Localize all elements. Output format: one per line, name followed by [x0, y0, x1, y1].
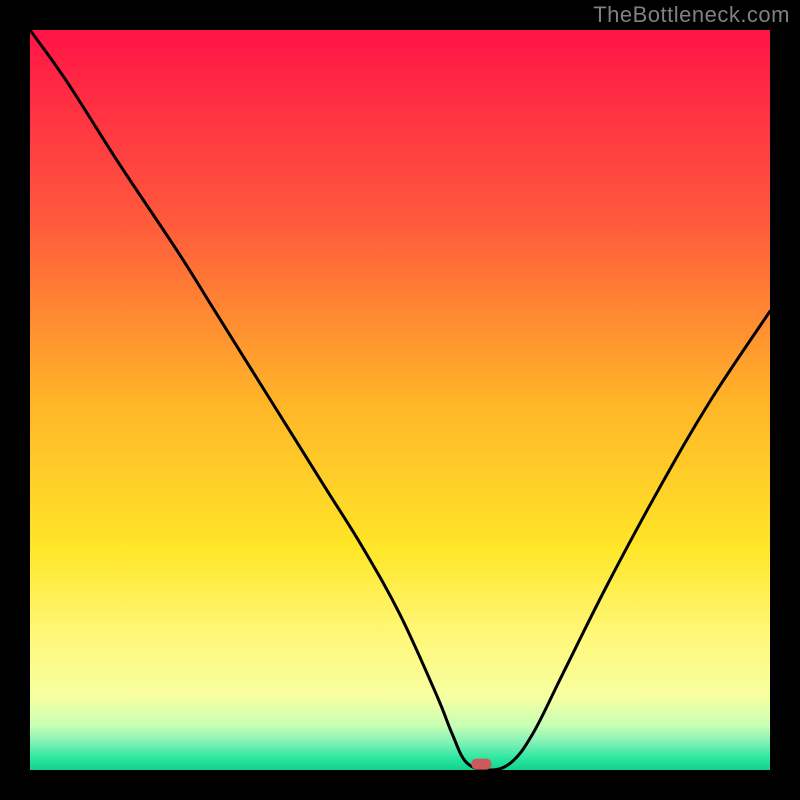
optimal-point-marker: [471, 759, 491, 770]
plot-area: [30, 30, 770, 770]
watermark-text: TheBottleneck.com: [593, 2, 790, 28]
chart-frame: TheBottleneck.com: [0, 0, 800, 800]
plot-svg: [30, 30, 770, 770]
gradient-background: [30, 30, 770, 770]
